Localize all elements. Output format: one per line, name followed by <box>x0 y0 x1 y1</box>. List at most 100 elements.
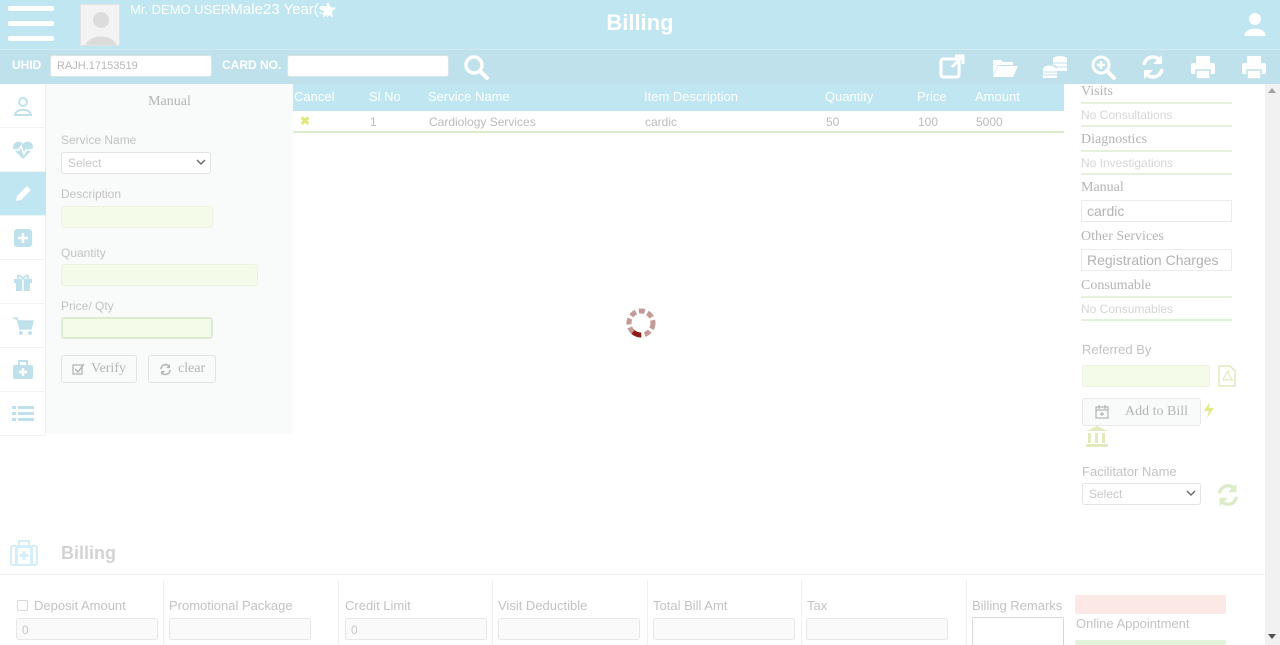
visit-deductible-label: Visit Deductible <box>498 598 588 613</box>
deposit-checkbox[interactable] <box>17 600 28 611</box>
search-icon[interactable] <box>462 53 490 81</box>
facilitator-label: Facilitator Name <box>1082 464 1177 479</box>
promotional-package-label: Promotional Package <box>169 598 293 613</box>
consumable-empty: No Consumables <box>1081 302 1174 316</box>
divider <box>163 580 164 645</box>
billing-section-title: Billing <box>61 543 116 563</box>
table-row: ✖ 1 Cardiology Services cardic 50 100 50… <box>293 111 1064 133</box>
tax-label: Tax <box>807 598 828 613</box>
patient-name: Mr. DEMO USER <box>130 2 231 17</box>
scroll-up-icon[interactable] <box>1268 88 1276 93</box>
manual-panel: Manual Service Name Select Description Q… <box>46 84 293 434</box>
refresh-icon[interactable] <box>1139 53 1167 81</box>
manual-summary-item: cardic <box>1081 200 1232 222</box>
zoom-in-icon[interactable] <box>1089 53 1117 81</box>
vertical-scrollbar[interactable] <box>1265 84 1280 645</box>
chevron-down-icon <box>196 159 206 165</box>
rail-add[interactable] <box>0 216 46 260</box>
card-no-label: CARD NO. <box>222 58 282 72</box>
gift-icon <box>14 274 32 291</box>
tax-input[interactable] <box>806 618 948 640</box>
manual-summary-title: Manual <box>1081 180 1124 195</box>
status-bar <box>1075 595 1226 614</box>
coins-icon[interactable] <box>1041 53 1069 81</box>
rail-medical[interactable] <box>0 348 46 392</box>
divider <box>1081 319 1232 321</box>
description-input[interactable] <box>61 206 213 228</box>
col-sl-no: Sl No <box>369 89 401 104</box>
facilitator-select[interactable]: Select <box>1082 483 1201 505</box>
summary-panel: Visits No Consultations Diagnostics No I… <box>1075 84 1265 514</box>
rail-package[interactable] <box>0 260 46 304</box>
quantity-input[interactable] <box>61 264 258 286</box>
diagnostics-empty: No Investigations <box>1081 156 1174 170</box>
divider <box>492 580 493 645</box>
promotional-package-input[interactable] <box>169 618 311 640</box>
billing-page: Mr. DEMO USERMale23 Year(s) Billing UHID… <box>0 0 1280 645</box>
pdf-file-icon[interactable] <box>1217 365 1237 387</box>
credit-limit-label: Credit Limit <box>345 598 411 613</box>
online-appointment-bar <box>1075 640 1226 645</box>
visit-deductible-input[interactable] <box>498 618 640 640</box>
rail-patient[interactable] <box>0 84 46 128</box>
user-account-icon[interactable] <box>1244 12 1266 36</box>
manual-title: Manual <box>148 94 191 109</box>
print-alt-icon[interactable] <box>1240 53 1268 81</box>
service-name-select[interactable]: Select <box>61 152 211 174</box>
loading-spinner-icon <box>626 308 656 338</box>
cell-amount: 5000 <box>976 115 1003 129</box>
refresh-icon[interactable] <box>1215 482 1241 508</box>
uhid-input[interactable]: RAJH.17153519 <box>50 55 212 77</box>
rail-consumables[interactable] <box>0 304 46 348</box>
list-icon <box>12 405 34 421</box>
online-appointment-label: Online Appointment <box>1076 616 1190 631</box>
patient-avatar <box>80 4 120 46</box>
external-link-icon[interactable] <box>938 53 966 81</box>
folder-open-icon[interactable] <box>991 53 1019 81</box>
referred-by-input[interactable] <box>1082 365 1210 387</box>
medical-kit-icon <box>13 359 33 379</box>
plus-square-icon <box>14 228 32 247</box>
billing-remarks-textarea[interactable] <box>972 617 1064 645</box>
uhid-label: UHID <box>12 58 42 72</box>
price-input[interactable] <box>61 317 213 339</box>
credit-limit-input[interactable]: 0 <box>345 618 487 640</box>
col-price: Price <box>917 89 947 104</box>
service-name-label: Service Name <box>61 133 137 147</box>
add-to-bill-label: Add to Bill <box>1125 404 1189 419</box>
verify-button[interactable]: Verify <box>61 355 137 383</box>
cell-price: 100 <box>918 115 939 129</box>
left-rail <box>0 84 55 436</box>
cancel-row-icon[interactable]: ✖ <box>300 114 310 128</box>
card-no-input[interactable] <box>287 55 449 77</box>
menu-icon[interactable] <box>8 6 54 44</box>
heartbeat-icon <box>13 141 33 159</box>
bank-icon[interactable] <box>1085 425 1109 447</box>
print-icon[interactable] <box>1189 53 1217 81</box>
divider <box>1081 102 1232 104</box>
clear-button[interactable]: clear <box>148 355 217 383</box>
deposit-amount-input[interactable]: 0 <box>16 618 158 640</box>
cell-service-name: Cardiology Services <box>429 115 536 129</box>
rail-manual[interactable] <box>0 172 55 216</box>
divider <box>1081 125 1232 127</box>
cell-item-description: cardic <box>645 115 678 129</box>
clear-label: clear <box>178 361 206 376</box>
patient-info: Mr. DEMO USERMale23 Year(s) <box>130 2 331 18</box>
quantity-label: Quantity <box>61 246 106 260</box>
add-to-bill-button[interactable]: Add to Bill <box>1082 398 1202 426</box>
verify-label: Verify <box>91 361 126 376</box>
divider <box>1081 173 1232 175</box>
deposit-amount-label: Deposit Amount <box>34 598 126 613</box>
divider <box>338 580 339 645</box>
visits-empty: No Consultations <box>1081 108 1173 122</box>
scroll-down-icon[interactable] <box>1268 634 1276 639</box>
rail-vitals[interactable] <box>0 128 46 172</box>
other-services-title: Other Services <box>1081 229 1164 244</box>
cell-quantity: 50 <box>826 115 840 129</box>
rail-list[interactable] <box>0 392 46 436</box>
lightning-icon[interactable] <box>1203 402 1215 418</box>
calendar-plus-icon <box>1095 405 1109 419</box>
star-icon[interactable] <box>318 0 338 20</box>
total-bill-input[interactable] <box>653 618 795 640</box>
